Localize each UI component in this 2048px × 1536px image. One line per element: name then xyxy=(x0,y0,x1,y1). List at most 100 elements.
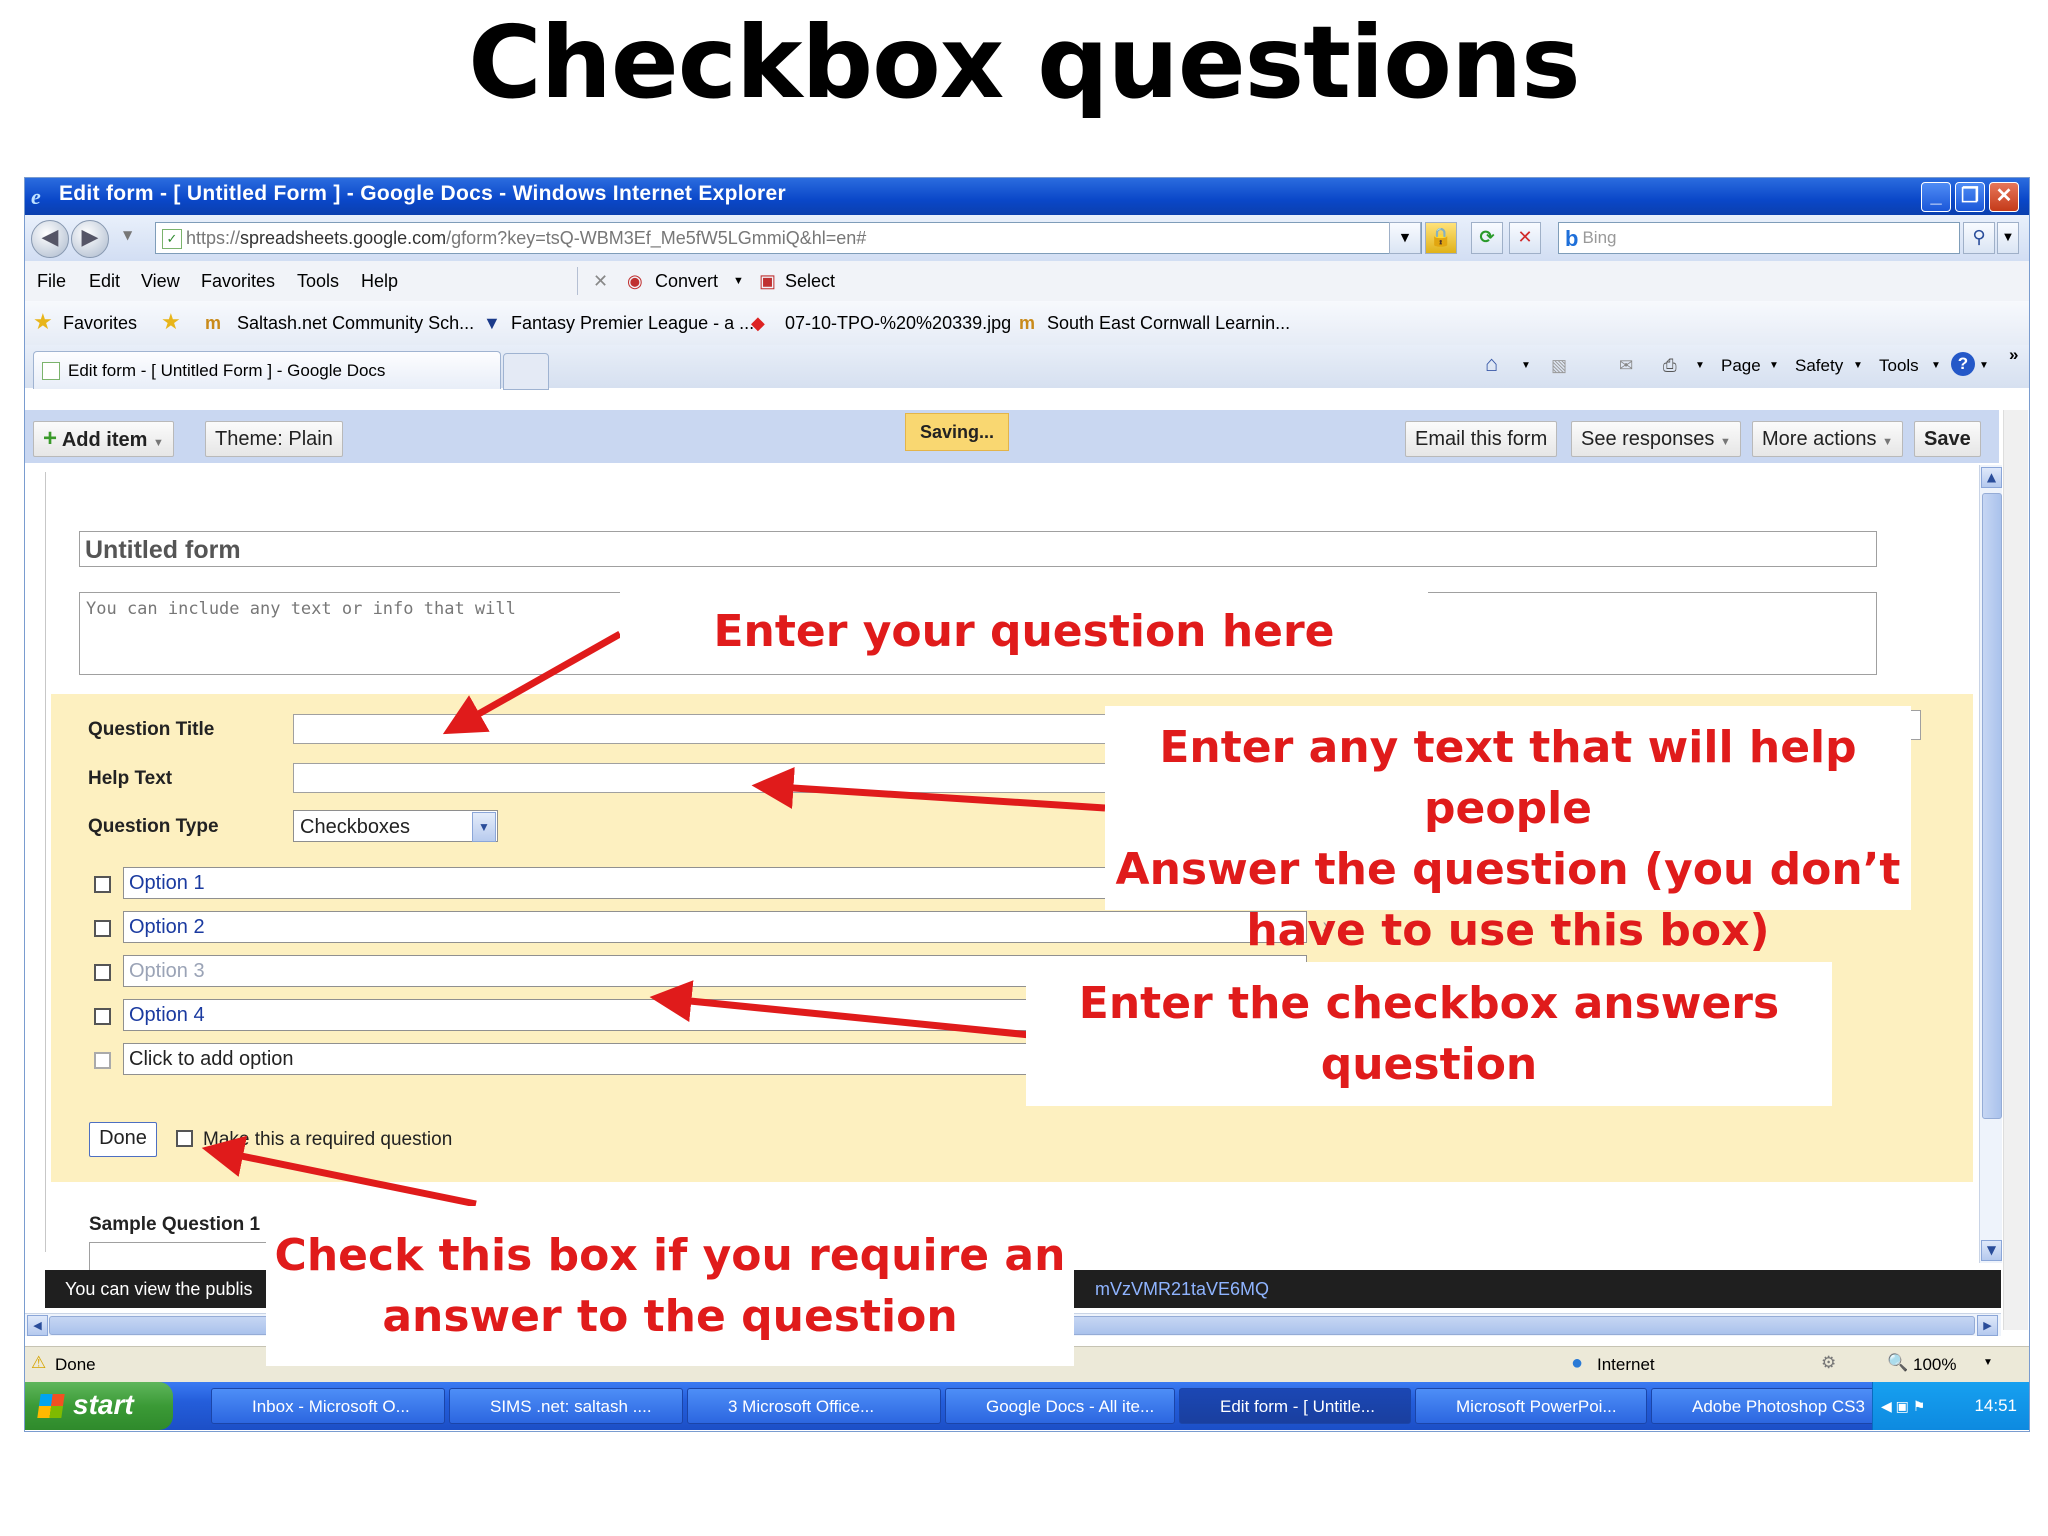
more-actions-button[interactable]: More actions ▼ xyxy=(1752,421,1903,457)
taskbar-item-powerpoint[interactable]: Microsoft PowerPoi... xyxy=(1415,1388,1647,1424)
restore-button[interactable]: ❐ xyxy=(1955,182,1985,212)
menu-help[interactable]: Help xyxy=(361,271,398,292)
more-actions-label: More actions xyxy=(1762,428,1877,450)
history-dropdown-icon[interactable]: ▼ xyxy=(123,228,132,242)
content-scrollbar[interactable]: ▲ ▼ xyxy=(1979,465,2002,1263)
refresh-icon[interactable]: ⟳ xyxy=(1471,222,1503,254)
favorite-link-2[interactable]: Fantasy Premier League - a ... xyxy=(511,313,754,334)
menu-edit[interactable]: Edit xyxy=(89,271,120,292)
option-checkbox xyxy=(94,920,111,937)
window-title: Edit form - [ Untitled Form ] - Google D… xyxy=(59,182,786,205)
back-button[interactable]: ◀ xyxy=(31,220,69,258)
email-form-button[interactable]: Email this form xyxy=(1405,421,1558,457)
scroll-left-button[interactable]: ◀ xyxy=(27,1315,48,1336)
taskbar-item-inbox[interactable]: Inbox - Microsoft O... xyxy=(211,1388,445,1424)
favorite-link-1[interactable]: Saltash.net Community Sch... xyxy=(237,313,474,334)
scroll-right-button[interactable]: ▶ xyxy=(1977,1315,1998,1336)
tab-edit-form[interactable]: Edit form - [ Untitled Form ] - Google D… xyxy=(33,351,501,389)
sample-question-title: Sample Question 1 xyxy=(89,1214,261,1235)
option-checkbox xyxy=(94,964,111,981)
new-tab-button[interactable] xyxy=(503,353,549,390)
add-item-button[interactable]: + Add item ▼ xyxy=(33,421,174,457)
select-button[interactable]: Select xyxy=(785,271,835,292)
question-type-select[interactable]: Checkboxes ▼ xyxy=(293,810,498,842)
taskbar-item-google-docs[interactable]: Google Docs - All ite... xyxy=(945,1388,1175,1424)
favorites-button[interactable]: Favorites xyxy=(63,313,137,334)
protected-mode-icon[interactable]: ⚙ xyxy=(1821,1353,1836,1373)
safety-menu[interactable]: Safety xyxy=(1795,356,1843,376)
help-text-label: Help Text xyxy=(88,768,173,789)
taskbar: start Inbox - Microsoft O... SIMS .net: … xyxy=(25,1382,2029,1430)
menu-file[interactable]: File xyxy=(37,271,66,292)
menu-favorites[interactable]: Favorites xyxy=(201,271,275,292)
window-titlebar: e Edit form - [ Untitled Form ] - Google… xyxy=(25,178,2029,215)
page-dropdown-icon: ▼ xyxy=(1769,360,1779,371)
home-dropdown-icon[interactable]: ▼ xyxy=(1521,360,1531,371)
address-bar-row: ◀ ▶ ▼ ✓ https://spreadsheets.google.com/g… xyxy=(25,215,2029,261)
help-icon[interactable]: ? xyxy=(1951,352,1975,376)
favorite-link-3[interactable]: 07-10-TPO-%20%20339.jpg xyxy=(785,313,1011,334)
forward-button[interactable]: ▶ xyxy=(71,220,109,258)
close-toolbar-icon[interactable]: ✕ xyxy=(593,271,608,292)
required-question-label: Make this a required question xyxy=(203,1129,453,1150)
zone-text: Internet xyxy=(1597,1355,1655,1374)
tab-label: Edit form - [ Untitled Form ] - Google D… xyxy=(68,361,386,380)
outer-scrollbar[interactable] xyxy=(2003,410,2028,1330)
question-type-label: Question Type xyxy=(88,816,219,837)
theme-button[interactable]: Theme: Plain xyxy=(205,421,343,457)
page-menu[interactable]: Page xyxy=(1721,356,1761,376)
callout-help-line-2: Answer the question (you don’t xyxy=(1115,844,1901,895)
form-title-input[interactable]: Untitled form xyxy=(79,531,1877,567)
question-type-value: Checkboxes xyxy=(300,816,411,838)
plus-icon: + xyxy=(43,425,58,452)
convert-dropdown-icon[interactable]: ▼ xyxy=(733,275,744,287)
search-input[interactable]: b Bing xyxy=(1558,222,1960,254)
stop-icon[interactable]: ✕ xyxy=(1509,222,1541,254)
taskbar-item-photoshop[interactable]: Adobe Photoshop CS3 xyxy=(1651,1388,1883,1424)
publish-link[interactable]: mVzVMR21taVE6MQ xyxy=(1095,1270,1269,1308)
scroll-down-button[interactable]: ▼ xyxy=(1981,1240,2002,1261)
menu-tools[interactable]: Tools xyxy=(297,271,339,292)
minimize-button[interactable]: _ xyxy=(1921,182,1951,212)
taskbar-item-sims[interactable]: SIMS .net: saltash .... xyxy=(449,1388,683,1424)
scroll-up-button[interactable]: ▲ xyxy=(1981,467,2002,488)
fav-link-icon: m xyxy=(205,313,222,333)
see-responses-button[interactable]: See responses ▼ xyxy=(1571,421,1741,457)
home-icon[interactable]: ⌂ xyxy=(1485,351,1498,377)
convert-button[interactable]: Convert xyxy=(655,271,718,292)
scrollbar-thumb[interactable] xyxy=(1982,493,2002,1119)
question-title-input[interactable] xyxy=(293,714,1173,744)
print-dropdown-icon[interactable]: ▼ xyxy=(1695,360,1705,371)
globe-icon: ● xyxy=(1571,1352,1584,1374)
taskbar-item-edit-form[interactable]: Edit form - [ Untitle... xyxy=(1179,1388,1411,1424)
feeds-icon[interactable]: ▧ xyxy=(1551,356,1567,376)
warning-icon: ⚠ xyxy=(31,1353,47,1372)
chevron-down-icon: ▼ xyxy=(1719,436,1731,448)
required-checkbox[interactable] xyxy=(176,1130,193,1147)
taskbar-item-office[interactable]: 3 Microsoft Office... xyxy=(687,1388,941,1424)
fav-link-icon: ▼ xyxy=(483,313,501,333)
add-favorite-icon[interactable]: ★ xyxy=(161,309,181,335)
help-text-input[interactable] xyxy=(293,763,1173,793)
close-button[interactable]: ✕ xyxy=(1989,182,2019,212)
lock-icon[interactable]: 🔒 xyxy=(1425,222,1457,254)
save-button[interactable]: Save xyxy=(1914,421,1981,457)
menu-view[interactable]: View xyxy=(141,271,180,292)
more-tools-chevron-icon[interactable]: » xyxy=(2009,345,2018,365)
favorite-link-4[interactable]: South East Cornwall Learnin... xyxy=(1047,313,1290,334)
convert-icon: ◉ xyxy=(627,271,643,291)
zoom-icon: 🔍 xyxy=(1887,1353,1909,1372)
done-button[interactable]: Done xyxy=(89,1122,157,1157)
url-input[interactable]: ✓ https://spreadsheets.google.com/gform?k… xyxy=(155,222,1422,254)
mail-icon[interactable]: ✉ xyxy=(1619,356,1633,376)
zoom-dropdown-icon[interactable]: ▼ xyxy=(1983,1357,1993,1368)
url-dropdown-button[interactable]: ▼ xyxy=(1389,222,1421,254)
chevron-down-icon: ▼ xyxy=(152,437,164,449)
status-text: Done xyxy=(55,1355,96,1374)
tools-menu[interactable]: Tools xyxy=(1879,356,1919,376)
zoom-level[interactable]: 100% xyxy=(1913,1355,1956,1375)
start-button[interactable]: start xyxy=(25,1382,173,1430)
search-icon[interactable]: ⚲ xyxy=(1963,222,1995,254)
search-options-icon[interactable]: ▼ xyxy=(1997,222,2019,254)
print-icon[interactable]: ⎙ xyxy=(1663,356,1677,376)
